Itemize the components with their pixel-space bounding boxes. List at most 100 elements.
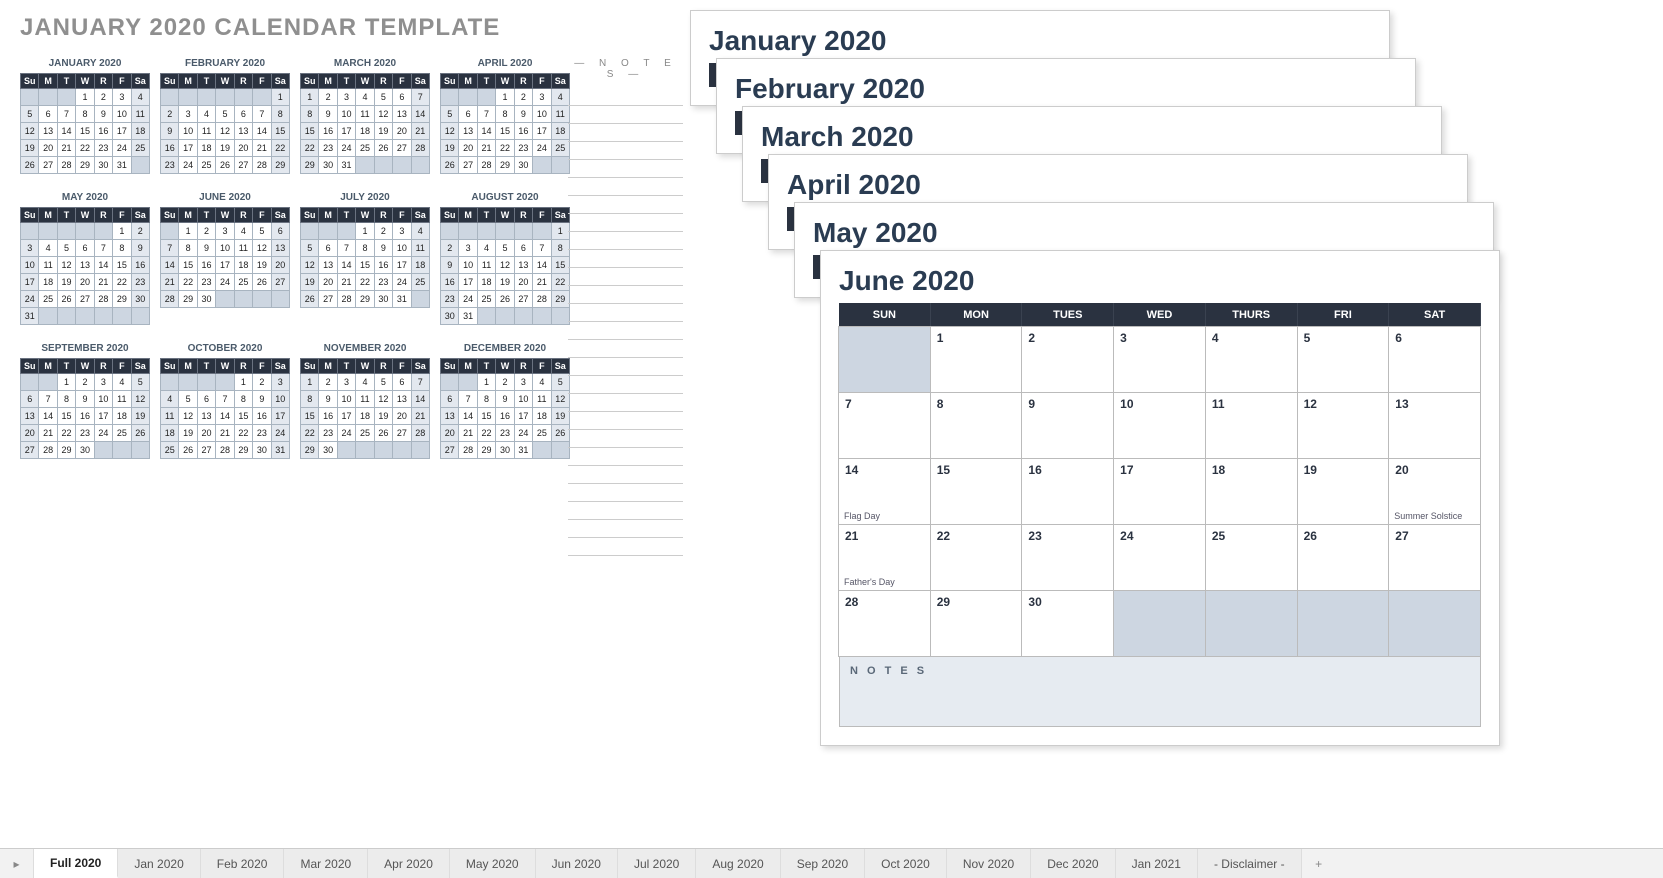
calendar-day-cell[interactable]: 1	[930, 326, 1023, 393]
note-line[interactable]	[568, 214, 683, 232]
mini-calendar-title: DECEMBER 2020	[440, 343, 570, 354]
mini-calendar-title: MAY 2020	[20, 192, 150, 203]
sheet-tab[interactable]: Mar 2020	[284, 849, 368, 878]
sheet-tab[interactable]: Jan 2020	[118, 849, 200, 878]
sheet-tab[interactable]: Nov 2020	[947, 849, 1031, 878]
note-line[interactable]	[568, 142, 683, 160]
calendar-day-cell[interactable]	[1388, 590, 1481, 657]
calendar-day-cell[interactable]: 20Summer Solstice	[1388, 458, 1481, 525]
note-line[interactable]	[568, 322, 683, 340]
calendar-day-cell[interactable]: 16	[1021, 458, 1114, 525]
mini-calendar-title: JUNE 2020	[160, 192, 290, 203]
sheet-tab[interactable]: Feb 2020	[201, 849, 285, 878]
sheet-tab[interactable]: Apr 2020	[368, 849, 450, 878]
calendar-day-cell[interactable]: 3	[1113, 326, 1206, 393]
tab-nav-right-icon[interactable]: ▸	[0, 849, 34, 878]
calendar-day-cell[interactable]: 7	[838, 392, 931, 459]
month-sheet-title: January 2020	[709, 25, 1371, 57]
calendar-day-cell[interactable]: 6	[1388, 326, 1481, 393]
calendar-day-cell[interactable]: 14Flag Day	[838, 458, 931, 525]
note-line[interactable]	[568, 286, 683, 304]
calendar-day-cell[interactable]	[1113, 590, 1206, 657]
calendar-day-cell[interactable]	[838, 326, 931, 393]
month-stack: January 2020SUNMONTUESWEDTHURSFRISATFebr…	[690, 10, 1650, 840]
note-line[interactable]	[568, 376, 683, 394]
mini-calendar-title: JULY 2020	[300, 192, 430, 203]
month-sheet-title: May 2020	[813, 217, 1475, 249]
calendar-day-cell[interactable]: 26	[1297, 524, 1390, 591]
calendar-day-cell[interactable]: 18	[1205, 458, 1298, 525]
calendar-day-cell[interactable]: 10	[1113, 392, 1206, 459]
note-line[interactable]	[568, 466, 683, 484]
note-line[interactable]	[568, 196, 683, 214]
calendar-day-cell[interactable]: 15	[930, 458, 1023, 525]
note-line[interactable]	[568, 124, 683, 142]
mini-calendar: DECEMBER 2020SuMTWRFSa123456789101112131…	[440, 343, 570, 459]
sheet-tab[interactable]: Jan 2021	[1116, 849, 1198, 878]
calendar-day-cell[interactable]: 5	[1297, 326, 1390, 393]
mini-calendar: JULY 2020SuMTWRFSa1234567891011121314151…	[300, 192, 430, 325]
month-sheet: June 2020SUNMONTUESWEDTHURSFRISAT1234567…	[820, 250, 1500, 746]
sheet-tab[interactable]: Jun 2020	[536, 849, 618, 878]
calendar-day-cell[interactable]: 21Father's Day	[838, 524, 931, 591]
month-sheet-title: March 2020	[761, 121, 1423, 153]
sheet-tab[interactable]: Jul 2020	[618, 849, 696, 878]
note-line[interactable]	[568, 178, 683, 196]
month-sheet-title: February 2020	[735, 73, 1397, 105]
note-line[interactable]	[568, 250, 683, 268]
sheet-tab[interactable]: Full 2020	[34, 849, 118, 878]
mini-calendar-title: FEBRUARY 2020	[160, 58, 290, 69]
sheet-tab[interactable]: May 2020	[450, 849, 536, 878]
calendar-day-cell[interactable]	[1205, 590, 1298, 657]
mini-calendar-title: AUGUST 2020	[440, 192, 570, 203]
note-line[interactable]	[568, 412, 683, 430]
notes-column: — N O T E S —	[568, 58, 683, 556]
note-line[interactable]	[568, 304, 683, 322]
calendar-day-cell[interactable]: 28	[838, 590, 931, 657]
calendar-day-cell[interactable]: 4	[1205, 326, 1298, 393]
calendar-day-cell[interactable]: 8	[930, 392, 1023, 459]
sheet-tab[interactable]: Sep 2020	[781, 849, 865, 878]
sheet-tab[interactable]: Dec 2020	[1031, 849, 1115, 878]
calendar-day-cell[interactable]: 30	[1021, 590, 1114, 657]
calendar-day-cell[interactable]: 2	[1021, 326, 1114, 393]
calendar-day-cell[interactable]: 9	[1021, 392, 1114, 459]
calendar-day-cell[interactable]: 25	[1205, 524, 1298, 591]
calendar-day-cell[interactable]: 19	[1297, 458, 1390, 525]
calendar-day-cell[interactable]	[1297, 590, 1390, 657]
mini-calendar-title: SEPTEMBER 2020	[20, 343, 150, 354]
month-sheet-title: June 2020	[839, 265, 1481, 297]
month-notes[interactable]: N O T E S	[839, 657, 1481, 727]
note-line[interactable]	[568, 268, 683, 286]
note-line[interactable]	[568, 232, 683, 250]
calendar-day-cell[interactable]: 17	[1113, 458, 1206, 525]
calendar-day-cell[interactable]: 12	[1297, 392, 1390, 459]
mini-calendar: MARCH 2020SuMTWRFSa123456789101112131415…	[300, 58, 430, 174]
note-line[interactable]	[568, 520, 683, 538]
calendar-day-cell[interactable]: 27	[1388, 524, 1481, 591]
note-line[interactable]	[568, 340, 683, 358]
calendar-day-cell[interactable]: 22	[930, 524, 1023, 591]
mini-calendar: NOVEMBER 2020SuMTWRFSa123456789101112131…	[300, 343, 430, 459]
sheet-tab[interactable]: - Disclaimer -	[1198, 849, 1302, 878]
calendar-day-cell[interactable]: 11	[1205, 392, 1298, 459]
note-line[interactable]	[568, 160, 683, 178]
note-line[interactable]	[568, 484, 683, 502]
calendar-day-cell[interactable]: 23	[1021, 524, 1114, 591]
note-line[interactable]	[568, 538, 683, 556]
note-line[interactable]	[568, 106, 683, 124]
add-sheet-button[interactable]: +	[1302, 849, 1336, 878]
note-line[interactable]	[568, 394, 683, 412]
sheet-tab[interactable]: Aug 2020	[696, 849, 780, 878]
note-line[interactable]	[568, 358, 683, 376]
mini-calendar: AUGUST 2020SuMTWRFSa12345678910111213141…	[440, 192, 570, 325]
calendar-day-cell[interactable]: 29	[930, 590, 1023, 657]
note-line[interactable]	[568, 448, 683, 466]
sheet-tab[interactable]: Oct 2020	[865, 849, 947, 878]
calendar-day-cell[interactable]: 24	[1113, 524, 1206, 591]
note-line[interactable]	[568, 430, 683, 448]
page-title: JANUARY 2020 CALENDAR TEMPLATE	[20, 14, 500, 42]
note-line[interactable]	[568, 88, 683, 106]
calendar-day-cell[interactable]: 13	[1388, 392, 1481, 459]
note-line[interactable]	[568, 502, 683, 520]
